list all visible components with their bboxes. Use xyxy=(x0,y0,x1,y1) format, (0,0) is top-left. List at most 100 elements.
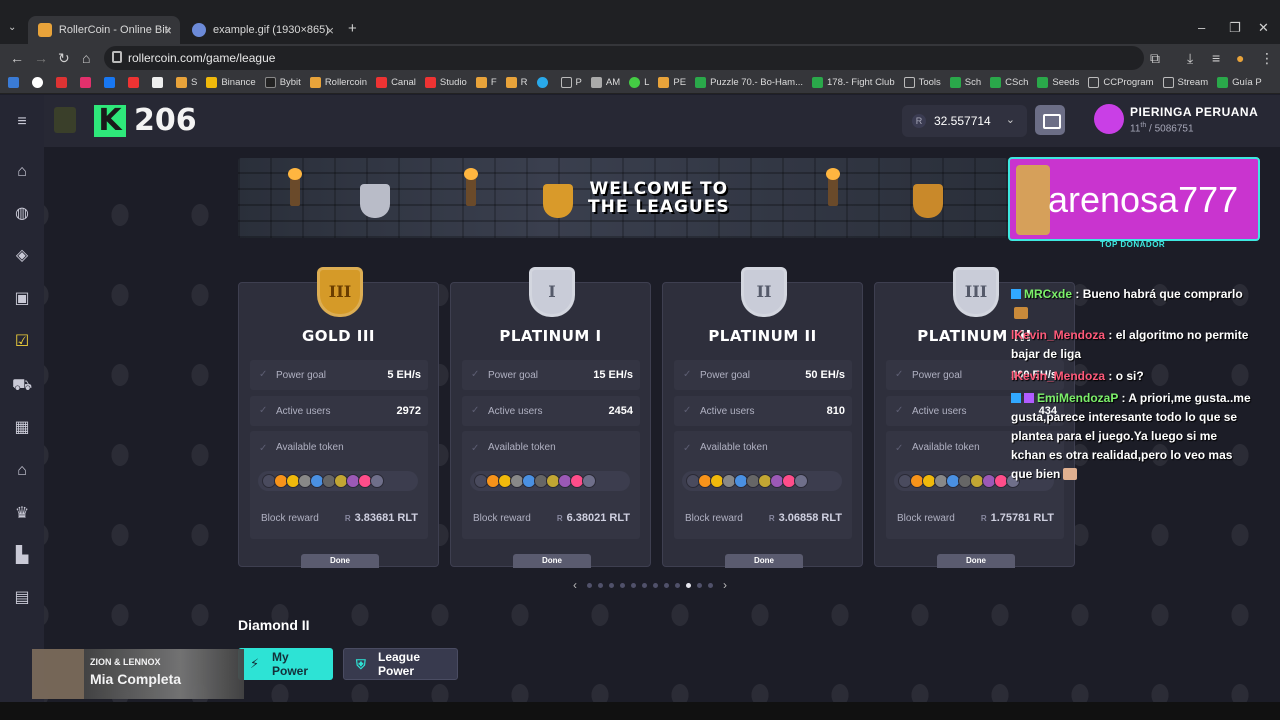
done-button[interactable]: Done xyxy=(937,554,1015,568)
pager-dot[interactable] xyxy=(620,582,625,588)
bookmark-item[interactable]: 178.- Fight Club xyxy=(812,77,895,88)
bookmark-item[interactable] xyxy=(80,77,95,88)
pager-dot[interactable] xyxy=(609,582,614,588)
profile-icon[interactable]: ● xyxy=(1236,50,1244,66)
my-power-button[interactable]: ⚡ My Power xyxy=(238,648,333,680)
balance-dropdown[interactable]: R 32.557714 ⌄ xyxy=(902,105,1027,137)
reload-icon[interactable]: ↻ xyxy=(58,50,70,67)
store-icon[interactable]: ▦ xyxy=(12,419,32,437)
done-button[interactable]: Done xyxy=(513,554,591,568)
bookmark-item[interactable]: R xyxy=(505,77,528,88)
bookmark-item[interactable] xyxy=(56,77,71,88)
bookmark-item[interactable]: CCProgram xyxy=(1088,77,1154,88)
url-field[interactable]: rollercoin.com/game/league xyxy=(104,46,1144,70)
gold-shield-icon xyxy=(543,184,573,218)
chat-badge-icon xyxy=(1011,393,1021,403)
bybit-icon xyxy=(264,77,276,88)
site-info-icon[interactable] xyxy=(112,51,122,63)
back-icon[interactable]: ← xyxy=(10,50,24,66)
bookmark-item[interactable]: CSch xyxy=(990,77,1028,88)
user-avatar[interactable] xyxy=(1094,104,1124,134)
new-tab-button[interactable]: + xyxy=(348,20,357,37)
media-icon[interactable]: ≡ xyxy=(1212,50,1220,66)
block-reward-value: R 6.38021 RLT xyxy=(557,512,630,524)
bookmark-item[interactable]: Tools xyxy=(903,77,941,88)
newspaper-icon[interactable]: ▤ xyxy=(12,589,32,607)
restore-icon[interactable]: ❐ xyxy=(1229,20,1241,36)
pager-dot[interactable] xyxy=(587,582,592,588)
done-button[interactable]: Done xyxy=(301,554,379,568)
bookmark-item[interactable]: Canal xyxy=(376,77,416,88)
bookmark-item[interactable]: Stream xyxy=(1162,77,1208,88)
cart-icon[interactable]: ⛟ xyxy=(12,377,32,395)
active-users-row: ✓ Active users 2972 xyxy=(250,396,428,426)
close-tab-icon[interactable]: × xyxy=(164,23,172,38)
home-icon[interactable]: ⌂ xyxy=(82,50,90,66)
briefcase-icon[interactable]: ▣ xyxy=(12,290,32,308)
bookmark-item[interactable]: Binance xyxy=(206,77,256,88)
done-button[interactable]: Done xyxy=(725,554,803,568)
bookmark-item[interactable]: Studio xyxy=(424,77,467,88)
tab-example-gif[interactable]: example.gif (1930×865) × xyxy=(182,16,342,44)
pager-dot[interactable] xyxy=(631,582,636,588)
pager-dot[interactable] xyxy=(708,582,713,588)
pager-dot[interactable] xyxy=(598,582,603,588)
extensions-icon[interactable]: ⧉ xyxy=(1150,50,1160,67)
bookmark-item[interactable]: Puzzle 70.- Bo-Ham... xyxy=(695,77,803,88)
bank-icon[interactable]: ⌂ xyxy=(12,462,32,480)
chat-text: : o si? xyxy=(1108,369,1144,383)
bookmark-item[interactable]: PE xyxy=(658,77,686,88)
bookmark-item[interactable]: Bybit xyxy=(264,77,301,88)
tab-search-icon[interactable]: ⌄ xyxy=(8,22,16,33)
bookmark-item[interactable] xyxy=(152,77,167,88)
bookmark-item[interactable]: Rollercoin xyxy=(309,77,367,88)
download-icon[interactable]: ⤓ xyxy=(1187,50,1193,67)
wallet-button[interactable] xyxy=(1035,105,1065,135)
bookmark-item[interactable] xyxy=(32,77,47,88)
bookmark-label: R xyxy=(520,77,528,88)
bookmark-item[interactable] xyxy=(128,77,143,88)
bookmark-item[interactable]: L xyxy=(629,77,649,88)
pager-dot[interactable] xyxy=(675,582,680,588)
bookmark-item[interactable]: Sch xyxy=(949,77,981,88)
pager-dot[interactable] xyxy=(664,582,669,588)
bookmark-item[interactable]: F xyxy=(475,77,497,88)
trophy-icon[interactable]: ♛ xyxy=(12,505,32,523)
pager-dot[interactable] xyxy=(642,582,647,588)
close-tab-icon[interactable]: × xyxy=(326,23,334,38)
chat-badge-icon xyxy=(1011,289,1021,299)
pager-dot[interactable] xyxy=(697,582,702,588)
minimize-icon[interactable]: – xyxy=(1198,20,1205,35)
check-icon: ✓ xyxy=(683,369,692,380)
check-icon: ✓ xyxy=(471,369,480,380)
forward-icon[interactable]: → xyxy=(34,50,48,66)
player-avatar-icon[interactable] xyxy=(54,107,76,133)
bookmark-item[interactable]: S xyxy=(176,77,197,88)
close-window-icon[interactable]: ✕ xyxy=(1258,20,1269,36)
bookmark-item[interactable]: AM xyxy=(590,77,620,88)
current-league-title: Diamond II xyxy=(238,617,310,633)
factory-icon[interactable]: ▙ xyxy=(12,547,32,565)
sheets-icon xyxy=(812,77,824,88)
user-name[interactable]: PIERINGA PERUANA xyxy=(1130,105,1258,119)
bookmark-item[interactable]: P xyxy=(560,77,582,88)
bookmark-item[interactable]: Seeds xyxy=(1037,77,1079,88)
bookmark-item[interactable] xyxy=(536,77,552,88)
pager-dot-active[interactable] xyxy=(686,582,691,588)
bookmark-item[interactable]: Guía P xyxy=(1217,77,1262,88)
bookmark-item[interactable] xyxy=(8,77,23,88)
trx-icon xyxy=(582,474,596,488)
hamburger-menu-icon[interactable]: ≡ xyxy=(12,113,32,131)
pager-next-button[interactable]: › xyxy=(723,578,727,592)
wallet-icon[interactable]: ◈ xyxy=(12,247,32,265)
tab-rollercoin[interactable]: RollerCoin - Online Bitcoin Mini × xyxy=(28,16,180,44)
home-icon[interactable]: ⌂ xyxy=(12,163,32,181)
pager-dot[interactable] xyxy=(653,582,658,588)
pager-prev-button[interactable]: ‹ xyxy=(573,578,577,592)
chat-user: lKevin_Mendoza xyxy=(1011,369,1106,383)
menu-icon[interactable]: ⋮ xyxy=(1260,50,1274,67)
gamepad-icon[interactable]: ◍ xyxy=(12,205,32,223)
calendar-check-icon[interactable]: ☑ xyxy=(12,333,32,351)
league-power-button[interactable]: ⛨ League Power xyxy=(343,648,458,680)
bookmark-item[interactable] xyxy=(104,77,119,88)
